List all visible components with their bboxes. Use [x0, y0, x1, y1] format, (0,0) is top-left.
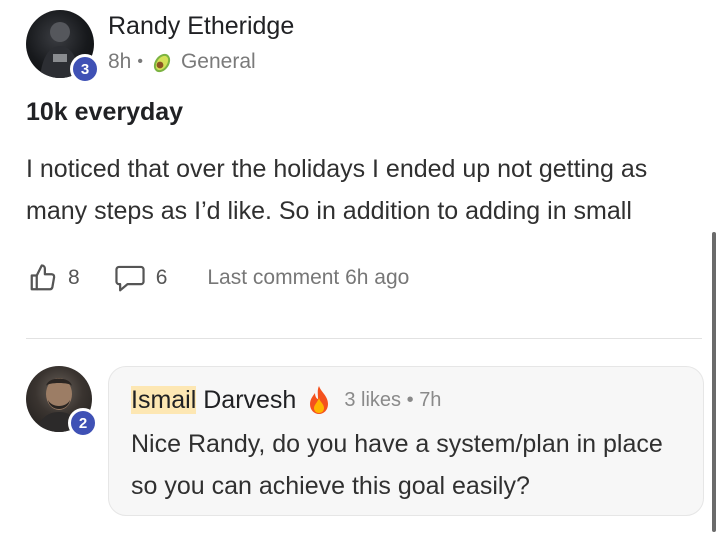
post-actions: 8 6 Last comment 6h ago [28, 258, 409, 298]
reply-meta: 3 likes • 7h [344, 389, 441, 412]
post-time: 8h [108, 50, 132, 73]
like-button[interactable]: 8 [28, 263, 80, 293]
reply-card: Ismail Darvesh 3 likes • 7h Nice Randy, … [108, 366, 704, 516]
reply-level-badge: 2 [68, 408, 98, 438]
comment-bubble-icon [114, 263, 146, 293]
post-meta: 8h • General [108, 49, 256, 75]
comment-button[interactable]: 6 [114, 263, 168, 293]
reply-time: 7h [419, 388, 442, 411]
reply-name-highlight: Ismail [131, 385, 197, 414]
author-name[interactable]: Randy Etheridge [108, 12, 294, 41]
reply-name-rest: Darvesh [196, 385, 297, 414]
meta-separator: • [137, 53, 143, 70]
comment-count: 6 [155, 266, 168, 289]
post-title[interactable]: 10k everyday [26, 98, 183, 127]
last-comment-text: Last comment 6h ago [207, 266, 410, 289]
author-level-badge: 3 [70, 54, 100, 84]
post-body[interactable]: I noticed that over the holidays I ended… [26, 148, 706, 232]
like-count: 8 [68, 266, 80, 289]
scrollbar[interactable] [712, 232, 716, 532]
reply-text[interactable]: Nice Randy, do you have a system/plan in… [131, 423, 671, 507]
divider [26, 338, 702, 339]
thumbs-up-icon [28, 263, 58, 293]
reply-author-name[interactable]: Ismail Darvesh [131, 385, 297, 415]
reply-meta-separator: • [406, 388, 414, 411]
post-header: 3 Randy Etheridge 8h • General [26, 10, 686, 85]
reply-header: Ismail Darvesh 3 likes • 7h [131, 385, 441, 415]
post-category[interactable]: General [181, 50, 256, 74]
fire-icon [306, 385, 332, 415]
avocado-icon [149, 49, 175, 75]
reply-likes: 3 likes [344, 388, 402, 411]
